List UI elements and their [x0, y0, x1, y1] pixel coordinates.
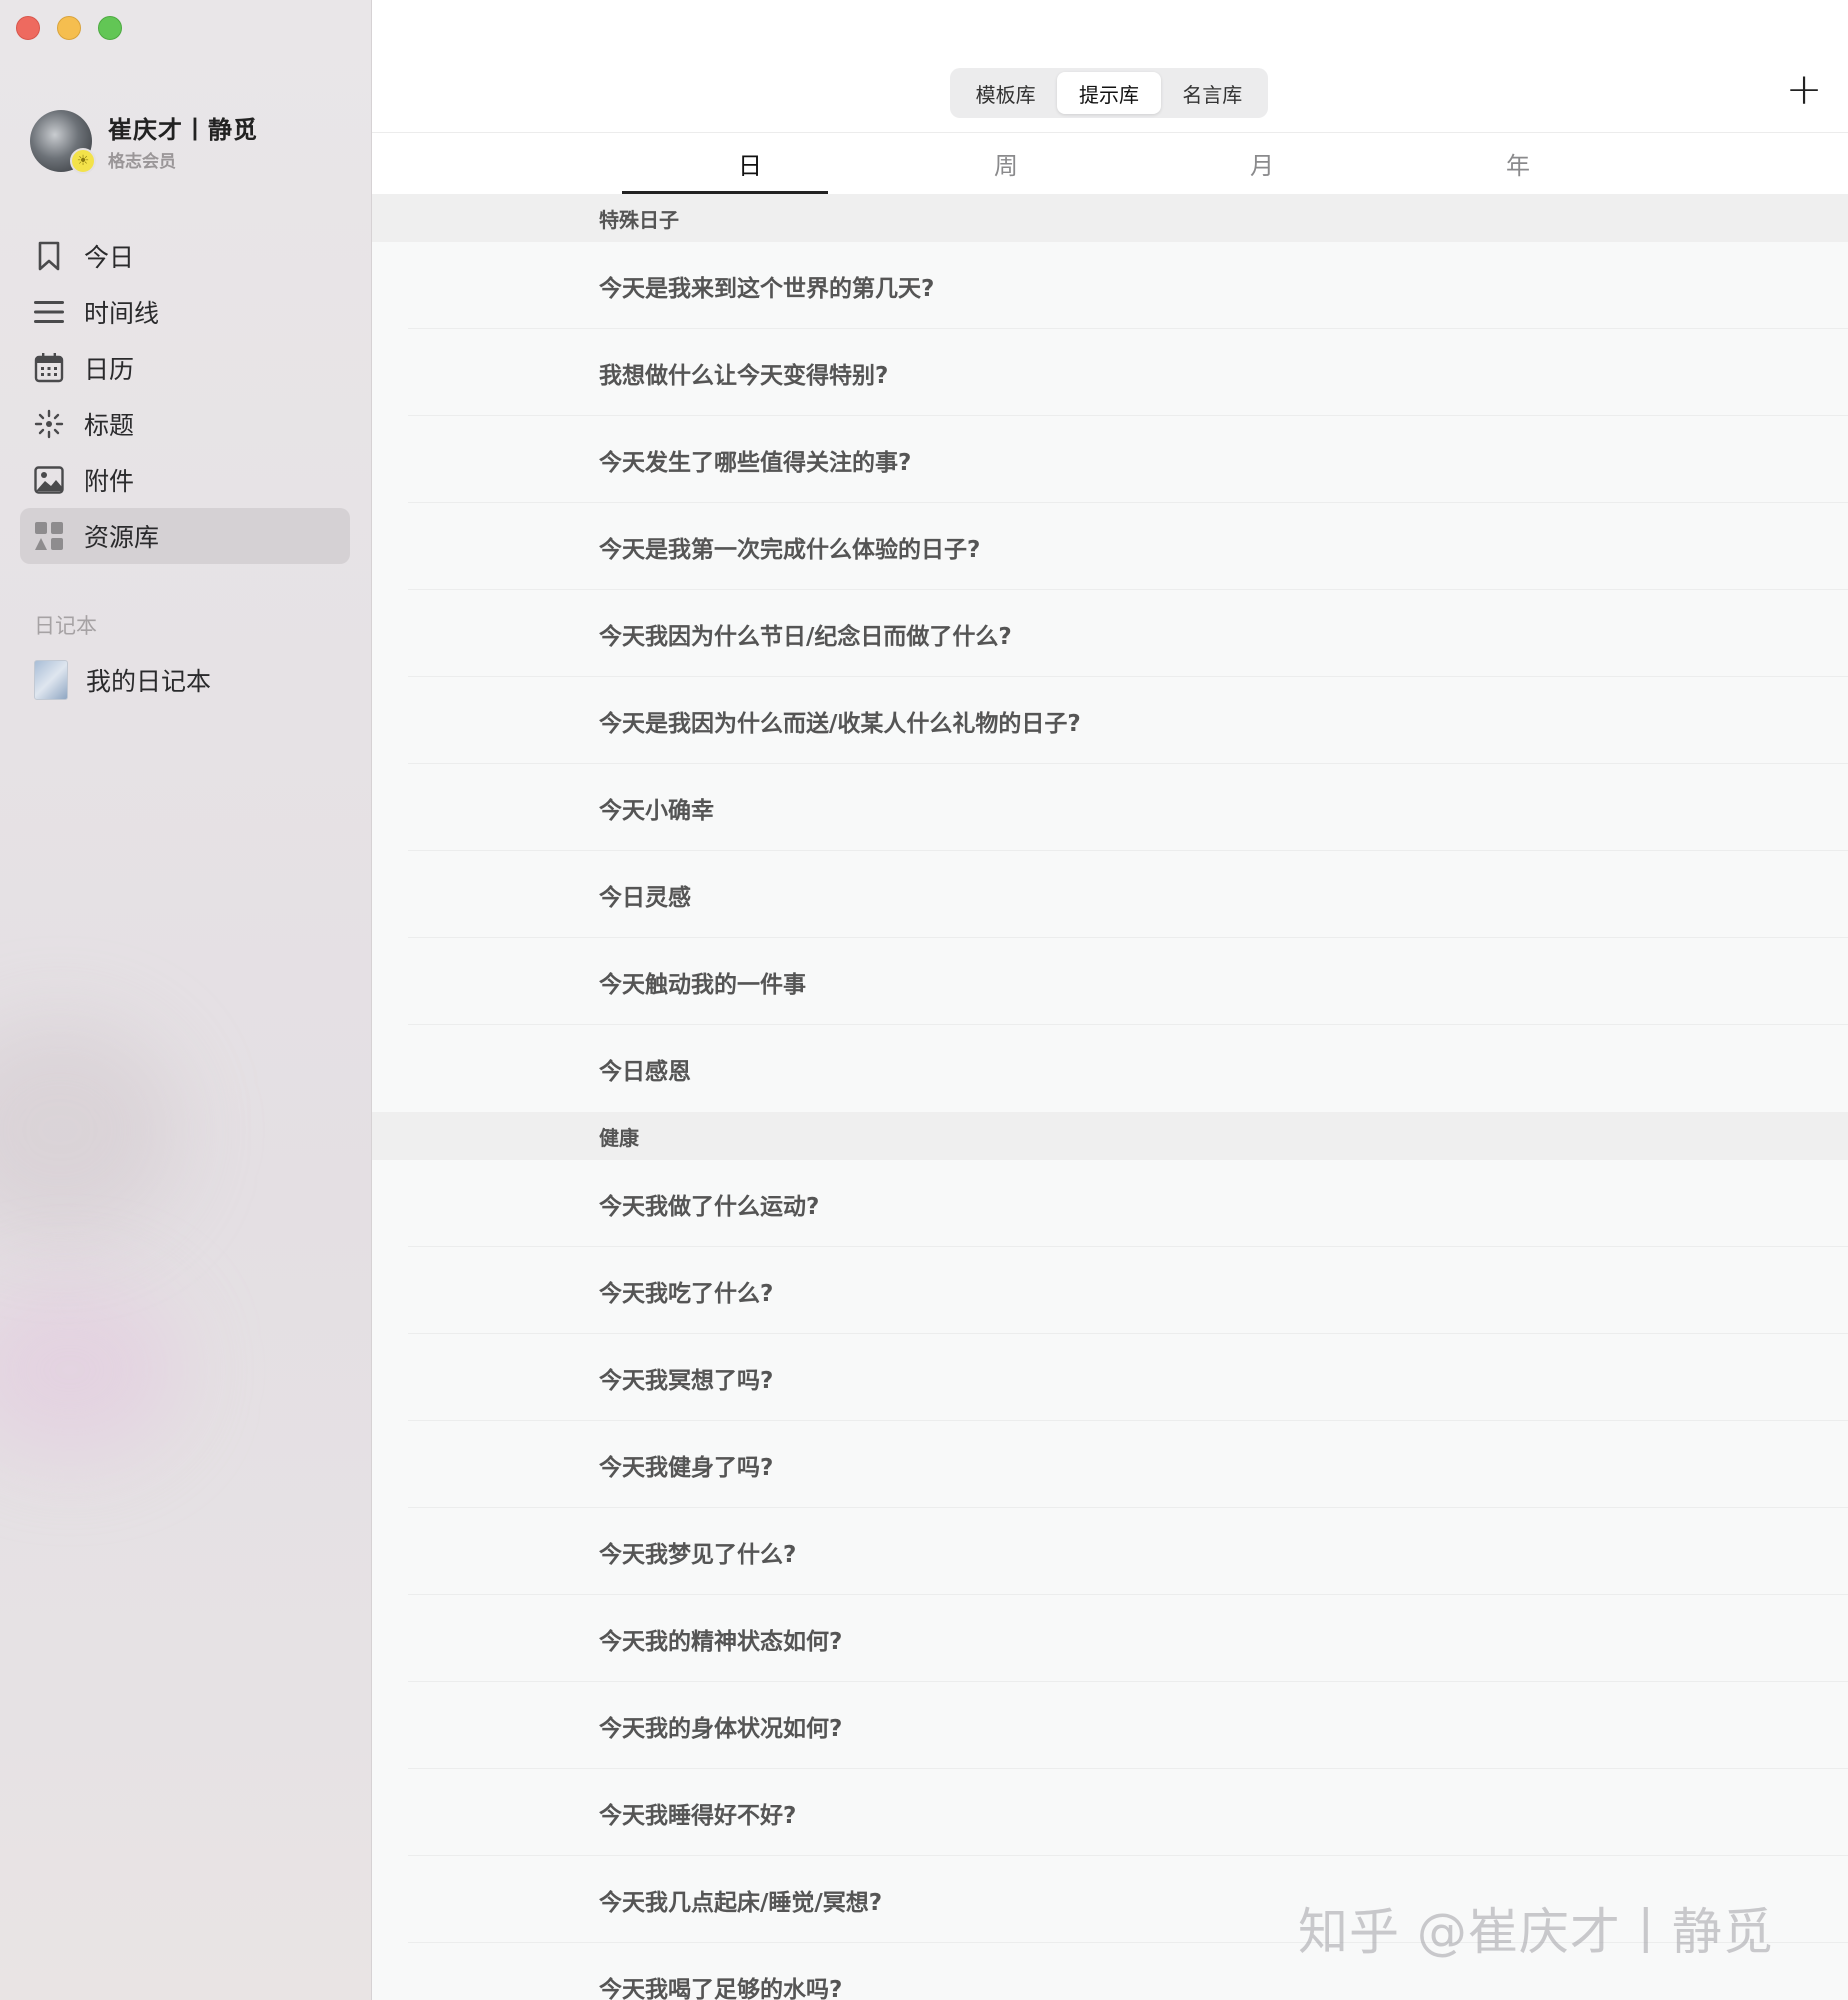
tab-day[interactable]: 日 — [622, 132, 878, 194]
notebook-label: 我的日记本 — [86, 667, 212, 696]
user-profile[interactable]: ☀ 崔庆才丨静觅 格志会员 — [30, 110, 258, 174]
watermark: 知乎 @崔庆才丨静觅 — [1298, 1903, 1774, 1961]
list-item[interactable]: 今天我吃了什么? — [372, 1247, 1848, 1334]
list-item[interactable]: 今天是我第一次完成什么体验的日子? — [372, 503, 1848, 590]
sidebar-item-label: 资源库 — [84, 523, 160, 552]
group-rows-health: 今天我做了什么运动? 今天我吃了什么? 今天我冥想了吗? 今天我健身了吗? 今天… — [372, 1160, 1848, 2000]
sidebar-item-label: 附件 — [84, 467, 135, 496]
list-item[interactable]: 今日灵感 — [372, 851, 1848, 938]
list-item[interactable]: 今天我的身体状况如何? — [372, 1682, 1848, 1769]
segment-quotes[interactable]: 名言库 — [1161, 72, 1264, 114]
list-item[interactable]: 今天我梦见了什么? — [372, 1508, 1848, 1595]
notebook-cover-icon — [34, 660, 68, 700]
list-item[interactable]: 今天发生了哪些值得关注的事? — [372, 416, 1848, 503]
list-item[interactable]: 今天小确幸 — [372, 764, 1848, 851]
tab-year[interactable]: 年 — [1390, 132, 1646, 194]
list-item[interactable]: 今天我睡得好不好? — [372, 1769, 1848, 1856]
list-item[interactable]: 今天是我因为什么而送/收某人什么礼物的日子? — [372, 677, 1848, 764]
sidebar-background-blur — [0, 1020, 180, 1240]
sidebar-item-today[interactable]: 今日 — [20, 228, 350, 284]
list-item[interactable]: 今天我冥想了吗? — [372, 1334, 1848, 1421]
list-item[interactable]: 今天我做了什么运动? — [372, 1160, 1848, 1247]
list-item[interactable]: 今日感恩 — [372, 1025, 1848, 1112]
prompt-list[interactable]: 特殊日子 今天是我来到这个世界的第几天? 我想做什么让今天变得特别? 今天发生了… — [372, 194, 1848, 2000]
list-item[interactable]: 今天是我来到这个世界的第几天? — [372, 242, 1848, 329]
sidebar-item-library[interactable]: 资源库 — [20, 508, 350, 564]
plus-icon[interactable]: + — [1784, 68, 1824, 112]
sidebar-item-notebook[interactable]: 我的日记本 — [34, 652, 211, 708]
sidebar: ☀ 崔庆才丨静觅 格志会员 今日 时间线 日历 标题 附件 资源库 日记本 我的… — [0, 0, 372, 2000]
image-icon — [34, 465, 64, 495]
notebooks-section-label: 日记本 — [34, 614, 97, 638]
list-item[interactable]: 今天我的精神状态如何? — [372, 1595, 1848, 1682]
sparkle-icon — [34, 409, 64, 439]
main-panel: 模板库 提示库 名言库 + 日 周 月 年 特殊日子 今天是我来到这个世界的第几… — [372, 0, 1848, 2000]
close-window-button[interactable] — [16, 16, 40, 40]
sidebar-item-label: 今日 — [84, 243, 135, 272]
window-controls — [16, 16, 122, 40]
group-header-special-days: 特殊日子 — [372, 194, 1848, 242]
sidebar-item-label: 时间线 — [84, 299, 160, 328]
library-segmented-control: 模板库 提示库 名言库 — [950, 68, 1268, 118]
sidebar-item-calendar[interactable]: 日历 — [20, 340, 350, 396]
list-item[interactable]: 今天我因为什么节日/纪念日而做了什么? — [372, 590, 1848, 677]
list-item[interactable]: 今天触动我的一件事 — [372, 938, 1848, 1025]
list-item[interactable]: 我想做什么让今天变得特别? — [372, 329, 1848, 416]
grid-icon — [34, 521, 64, 551]
segment-prompts[interactable]: 提示库 — [1057, 72, 1161, 114]
group-header-health: 健康 — [372, 1112, 1848, 1160]
sidebar-item-timeline[interactable]: 时间线 — [20, 284, 350, 340]
calendar-icon — [34, 353, 64, 383]
sidebar-item-titles[interactable]: 标题 — [20, 396, 350, 452]
tab-week[interactable]: 周 — [878, 132, 1134, 194]
segment-templates[interactable]: 模板库 — [954, 72, 1057, 114]
tab-month[interactable]: 月 — [1134, 132, 1390, 194]
sidebar-nav: 今日 时间线 日历 标题 附件 资源库 — [20, 228, 350, 564]
member-badge-icon: ☀ — [70, 148, 96, 174]
list-icon — [34, 297, 64, 327]
period-tabs: 日 周 月 年 — [622, 132, 1646, 194]
sidebar-item-label: 日历 — [84, 355, 135, 384]
avatar[interactable]: ☀ — [30, 110, 96, 174]
minimize-window-button[interactable] — [57, 16, 81, 40]
user-name: 崔庆才丨静觅 — [108, 116, 258, 144]
sidebar-item-attachments[interactable]: 附件 — [20, 452, 350, 508]
member-status: 格志会员 — [108, 152, 176, 172]
list-item[interactable]: 今天我健身了吗? — [372, 1421, 1848, 1508]
maximize-window-button[interactable] — [98, 16, 122, 40]
group-rows-special-days: 今天是我来到这个世界的第几天? 我想做什么让今天变得特别? 今天发生了哪些值得关… — [372, 242, 1848, 1112]
sidebar-background-blur — [0, 1280, 180, 1460]
bookmark-icon — [34, 241, 64, 271]
sidebar-item-label: 标题 — [84, 411, 135, 440]
